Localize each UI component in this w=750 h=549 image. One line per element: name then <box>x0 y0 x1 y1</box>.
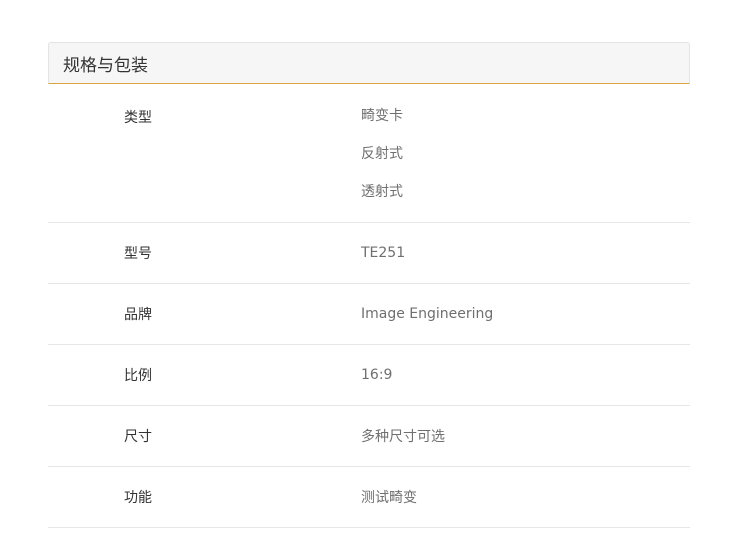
spec-label: 类型 <box>124 110 152 126</box>
spec-value: 反射式 <box>361 146 403 162</box>
spec-row-ratio: 比例 16:9 <box>48 345 690 406</box>
spec-value: 透射式 <box>361 184 403 200</box>
spec-values: 畸变卡 反射式 透射式 <box>361 107 690 222</box>
spec-value: 测试畸变 <box>361 490 417 506</box>
spec-header: 规格与包装 <box>48 42 690 84</box>
spec-panel: 规格与包装 类型 畸变卡 反射式 透射式 型号 TE251 品牌 Image E… <box>48 42 690 528</box>
spec-label: 尺寸 <box>124 429 152 445</box>
spec-row-model: 型号 TE251 <box>48 223 690 284</box>
spec-label: 品牌 <box>124 307 152 323</box>
spec-value: Image Engineering <box>361 306 494 322</box>
spec-row-size: 尺寸 多种尺寸可选 <box>48 406 690 467</box>
spec-label: 功能 <box>124 490 152 506</box>
spec-label: 比例 <box>124 368 152 384</box>
spec-label: 型号 <box>124 246 152 262</box>
spec-value: 16:9 <box>361 367 393 383</box>
spec-section-title: 规格与包装 <box>63 55 148 76</box>
spec-value: TE251 <box>361 245 406 261</box>
spec-value: 畸变卡 <box>361 108 403 124</box>
spec-value: 多种尺寸可选 <box>361 429 445 445</box>
spec-row-type: 类型 畸变卡 反射式 透射式 <box>48 84 690 223</box>
spec-row-function: 功能 测试畸变 <box>48 467 690 528</box>
spec-row-brand: 品牌 Image Engineering <box>48 284 690 345</box>
